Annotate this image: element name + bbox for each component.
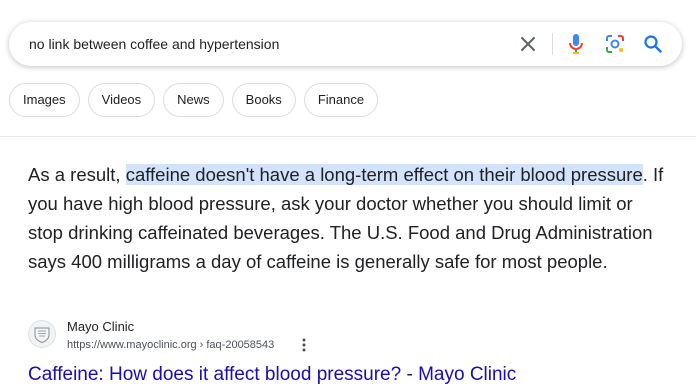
result-title-link[interactable]: Caffeine: How does it affect blood press… (28, 363, 516, 387)
search-bar[interactable]: no link between coffee and hypertension (9, 22, 682, 66)
chip-books[interactable]: Books (231, 83, 296, 117)
result-source[interactable]: Mayo Clinic https://www.mayoclinic.org ›… (28, 318, 668, 358)
chip-videos[interactable]: Videos (87, 83, 156, 117)
featured-snippet: As a result, caffeine doesn't have a lon… (28, 160, 668, 276)
site-name: Mayo Clinic (67, 319, 135, 334)
mayo-clinic-favicon-icon (28, 320, 56, 348)
mic-icon[interactable] (565, 33, 587, 55)
lens-icon[interactable] (604, 33, 626, 55)
search-query[interactable]: no link between coffee and hypertension (29, 22, 279, 66)
filter-chips: Images Videos News Books Finance (9, 83, 379, 117)
snippet-text-before: As a result, (28, 164, 126, 185)
header-divider (0, 136, 696, 137)
snippet-highlight: caffeine doesn't have a long-term effect… (125, 164, 643, 185)
search-icon[interactable] (642, 33, 664, 55)
site-url: https://www.mayoclinic.org › faq-2005854… (67, 339, 275, 351)
chip-images[interactable]: Images (9, 83, 80, 117)
close-icon[interactable] (517, 33, 539, 55)
more-options-icon[interactable] (298, 336, 310, 354)
chip-news[interactable]: News (163, 83, 224, 117)
search-divider (552, 33, 553, 55)
chip-finance[interactable]: Finance (303, 83, 379, 117)
